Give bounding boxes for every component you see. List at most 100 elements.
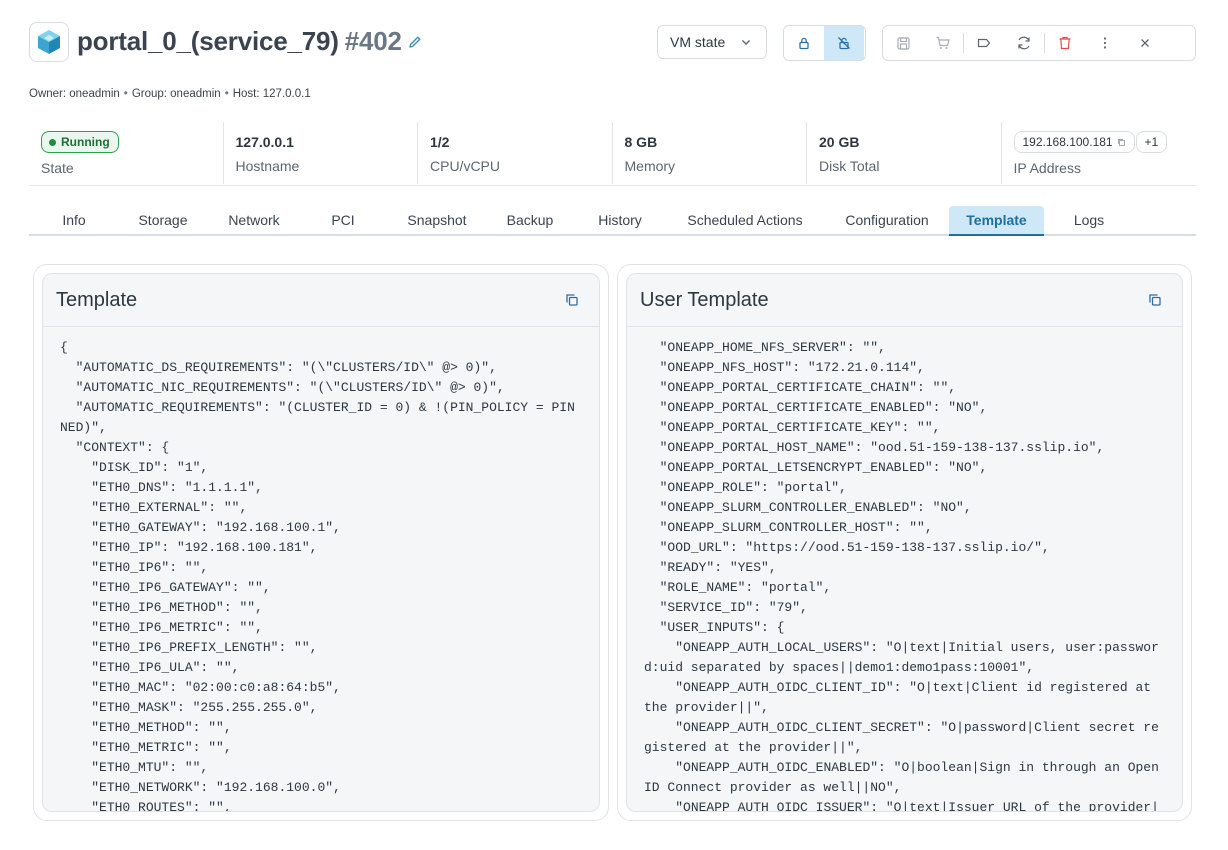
code-line: "ETH0_IP": "192.168.100.181", [60, 540, 318, 555]
vm-id: #402 [344, 26, 402, 56]
cpu-cell: 1/2 CPU/vCPU [418, 122, 613, 184]
tab-network[interactable]: Network [213, 206, 295, 234]
code-line: "ONEAPP_PORTAL_LETSENCRYPT_ENABLED": "NO… [644, 460, 988, 475]
code-line: "ONEAPP_PORTAL_CERTIFICATE_KEY": "", [644, 420, 941, 435]
code-line: "ONEAPP_SLURM_CONTROLLER_HOST": "", [644, 520, 933, 535]
memory-label: Memory [624, 158, 676, 174]
code-line: "ONEAPP_AUTH_OIDC_ISSUER": "O|text|Issue… [675, 800, 1159, 811]
memory-value: 8 GB [624, 134, 658, 150]
tab-snapshot[interactable]: Snapshot [395, 206, 479, 234]
close-icon [1141, 39, 1149, 47]
code-line: "ONEAPP_ROLE": "portal", [644, 480, 847, 495]
cpu-value: 1/2 [430, 134, 450, 150]
code-line: "CONTEXT": { [60, 440, 170, 455]
code-line: "SERVICE_ID": "79", [644, 600, 808, 615]
user-template-code-block[interactable]: "ONEAPP_HOME_NFS_SERVER": "", "ONEAPP_NF… [627, 328, 1182, 811]
state-cell: Running State [29, 122, 224, 184]
more-vertical-icon [1103, 37, 1107, 49]
edit-name-pencil-icon[interactable] [407, 34, 423, 55]
disk-value: 20 GB [819, 134, 860, 150]
code-line: "AUTOMATIC_NIC_REQUIREMENTS": "(\"CLUSTE… [60, 380, 505, 395]
status-badge: Running [41, 131, 119, 153]
vm-meta-info: Owner: oneadmin • Group: oneadmin • Host: 12… [29, 88, 311, 100]
user-template-title: User Template [640, 289, 769, 311]
ip-label: IP Address [1013, 160, 1081, 176]
template-panel: Template { "AUTOMATIC_DS_REQUIREMENTS": … [33, 264, 609, 821]
copy-icon[interactable] [565, 293, 579, 312]
refresh-button[interactable] [1004, 26, 1044, 60]
code-line: "ETH0_EXTERNAL": "", [60, 500, 248, 515]
code-line: "ROLE_NAME": "portal", [644, 580, 832, 595]
refresh-icon [1018, 36, 1030, 50]
label-button[interactable] [964, 26, 1004, 60]
tab-storage[interactable]: Storage [125, 206, 201, 234]
cart-icon [936, 36, 950, 49]
tab-configuration[interactable]: Configuration [834, 206, 940, 234]
code-line: "ETH0_METRIC": "", [60, 740, 232, 755]
code-line: "ETH0_IP6_METHOD": "", [60, 600, 263, 615]
ip-cell: 192.168.100.181 +1 IP Address [1002, 122, 1197, 184]
template-code-block[interactable]: { "AUTOMATIC_DS_REQUIREMENTS": "(\"CLUST… [43, 328, 599, 811]
code-line: "ONEAPP_AUTH_OIDC_CLIENT_ID": "O|text|Cl… [644, 680, 1159, 715]
code-line: "ETH0_IP6_ULA": "", [60, 660, 240, 675]
code-line: "ONEAPP_PORTAL_CERTIFICATE_ENABLED": "NO… [644, 400, 988, 415]
code-line: "ONEAPP_AUTH_LOCAL_USERS": "O|text|Initi… [644, 640, 1159, 675]
code-line: "ETH0_ROUTES": "", [60, 800, 232, 811]
disk-cell: 20 GB Disk Total [807, 122, 1002, 184]
group-text: Group: oneadmin [131, 88, 221, 100]
cpu-label: CPU/vCPU [430, 158, 501, 174]
code-line: "ETH0_IP6_METRIC": "", [60, 620, 263, 635]
tab-history[interactable]: History [586, 206, 654, 234]
tab-scheduled-actions[interactable]: Scheduled Actions [675, 206, 815, 234]
code-line: "ONEAPP_NFS_HOST": "172.21.0.114", [644, 360, 925, 375]
tab-pci[interactable]: PCI [315, 206, 371, 234]
vm-cube-icon [29, 22, 69, 62]
tab-info[interactable]: Info [41, 206, 107, 234]
vm-name: portal_0_(service_79) [77, 26, 339, 56]
unlock-button[interactable] [824, 26, 864, 60]
code-line: "DISK_ID": "1", [60, 460, 209, 475]
unlock-slash-icon [838, 37, 850, 50]
code-line: "ETH0_NETWORK": "192.168.100.0", [60, 780, 341, 795]
code-line: "READY": "YES", [644, 560, 777, 575]
code-line: "ETH0_IP6_PREFIX_LENGTH": "", [60, 640, 318, 655]
lock-icon [799, 37, 809, 50]
page-title: portal_0_(service_79) #402 [77, 26, 402, 57]
ip-more-chip[interactable]: +1 [1135, 131, 1168, 153]
save-disk-icon [896, 36, 910, 50]
code-line: "ETH0_IP6_GATEWAY": "", [60, 580, 271, 595]
code-line: "ETH0_METHOD": "", [60, 720, 232, 735]
delete-button[interactable] [1045, 26, 1085, 60]
label-tag-icon [977, 38, 991, 48]
code-line: "ONEAPP_AUTH_OIDC_ENABLED": "O|boolean|S… [644, 760, 1159, 795]
owner-text: Owner: oneadmin [29, 88, 120, 100]
lock-button[interactable] [784, 26, 824, 60]
template-title: Template [56, 289, 138, 311]
copy-small-icon [1117, 138, 1125, 146]
code-line: "USER_INPUTS": { [644, 620, 785, 635]
more-options-button[interactable] [1085, 26, 1125, 60]
tab-backup[interactable]: Backup [495, 206, 565, 234]
tab-template[interactable]: Template [949, 206, 1044, 236]
code-line: "ONEAPP_SLURM_CONTROLLER_ENABLED": "NO", [644, 500, 972, 515]
ip-address-chip[interactable]: 192.168.100.181 [1013, 131, 1135, 153]
state-label: State [41, 160, 74, 176]
code-line: "ONEAPP_HOME_NFS_SERVER": "", [644, 340, 886, 355]
user-template-panel: User Template "ONEAPP_HOME_NFS_SERVER": … [617, 264, 1192, 821]
code-line: "ONEAPP_PORTAL_CERTIFICATE_CHAIN": "", [644, 380, 957, 395]
code-line: "ETH0_MAC": "02:00:c0:a8:64:b5", [60, 680, 341, 695]
vm-state-dropdown[interactable]: VM state [657, 25, 767, 59]
code-line: "ONEAPP_AUTH_OIDC_CLIENT_SECRET": "O|pas… [644, 720, 1159, 755]
tab-bar: Info Storage Network PCI Snapshot Backup… [29, 206, 1196, 236]
code-line: "AUTOMATIC_DS_REQUIREMENTS": "(\"CLUSTER… [60, 360, 497, 375]
close-button[interactable] [1125, 26, 1165, 60]
trash-icon [1059, 36, 1071, 50]
save-button[interactable] [883, 26, 923, 60]
code-line: "ONEAPP_PORTAL_HOST_NAME": "ood.51-159-1… [644, 440, 1105, 455]
code-line: { [60, 340, 68, 355]
code-line: "ETH0_IP6": "", [60, 560, 209, 575]
code-line: "ETH0_GATEWAY": "192.168.100.1", [60, 520, 341, 535]
cart-button[interactable] [923, 26, 963, 60]
copy-icon[interactable] [1148, 293, 1162, 312]
tab-logs[interactable]: Logs [1059, 206, 1119, 234]
